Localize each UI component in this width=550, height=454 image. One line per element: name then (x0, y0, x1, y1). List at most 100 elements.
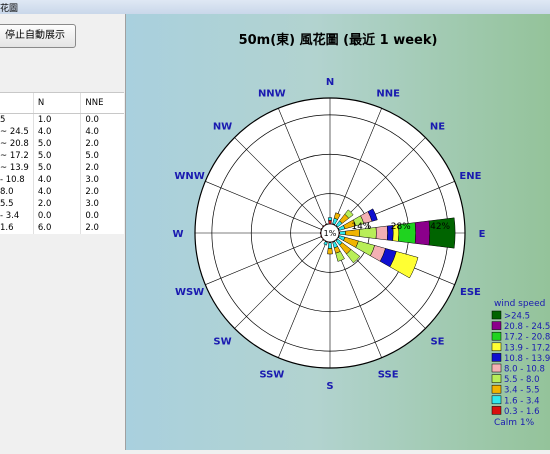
table-cell: - 10.8 (0, 175, 25, 185)
direction-label: ENE (459, 171, 481, 182)
table-header-row: N NNE (0, 93, 124, 114)
legend-label: 10.8 - 13.9 (504, 354, 550, 364)
table-row[interactable]: 5.5 2.0 3.0 (0, 198, 124, 210)
table-cell: 0.0 (32, 210, 81, 222)
table-row[interactable]: ~ 20.8 5.0 2.0 (0, 138, 124, 150)
table-cell: 1.6 (0, 223, 14, 233)
direction-label: ESE (460, 287, 481, 298)
direction-label: WNW (174, 171, 204, 182)
table-cell: 2.0 (80, 138, 124, 150)
rose-sector-s (327, 248, 333, 255)
direction-label: SW (213, 336, 231, 347)
rose-sector-e (375, 225, 388, 241)
legend-label: >24.5 (504, 312, 530, 322)
direction-label: WSW (175, 287, 204, 298)
ring-label: 28% (391, 222, 411, 232)
table-row[interactable]: ~ 24.5 4.0 4.0 (0, 126, 124, 138)
direction-label: E (479, 229, 486, 240)
table-cell: 1.0 (32, 114, 81, 126)
direction-label: SSW (259, 369, 284, 380)
direction-label: NE (430, 122, 445, 133)
table-cell: 3.0 (80, 174, 124, 186)
direction-label: NW (213, 122, 232, 133)
table-cell: 3.0 (80, 198, 124, 210)
table-cell: 2.0 (80, 186, 124, 198)
ring-label: 42% (430, 222, 450, 232)
rose-sector-s (327, 242, 333, 249)
table-row[interactable]: ~ 17.2 5.0 5.0 (0, 150, 124, 162)
rose-sector-e (414, 220, 431, 246)
table-cell: ~ 17.2 (0, 151, 29, 161)
table-cell: 8.0 (0, 187, 14, 197)
table-cell: 5.5 (0, 199, 14, 209)
legend-swatch (491, 310, 502, 320)
wind-rose-chart: 50m(東) 風花圖 (最近 1 week) 1% 14% 28% 42% N NNE NE… (172, 32, 550, 428)
left-panel: 停止自動展示 N NNE 5 1.0 0.0 ~ 24.5 4.0 4.0 ~ 20.8 5.… (0, 14, 126, 450)
legend-label: 3.4 - 5.5 (504, 386, 540, 396)
legend-swatch (491, 384, 502, 394)
legend-title: wind speed (494, 299, 545, 309)
legend-label: 20.8 - 24.5 (504, 322, 550, 332)
legend-calm: Calm 1% (494, 418, 535, 428)
window-title: 花圖 (0, 4, 19, 14)
legend-label: 17.2 - 20.8 (504, 333, 550, 343)
table-cell: 5.0 (32, 138, 81, 150)
table-cell: 2.0 (32, 198, 81, 210)
legend-label: 1.6 - 3.4 (504, 396, 540, 406)
table-cell: 5 (0, 115, 6, 125)
legend-label: 5.5 - 8.0 (504, 375, 540, 385)
table-header-cell[interactable] (0, 93, 33, 113)
rose-sector-n (327, 217, 333, 221)
table-cell: ~ 13.9 (0, 163, 29, 173)
stop-auto-display-button[interactable]: 停止自動展示 (0, 24, 76, 48)
legend-label: 0.3 - 1.6 (504, 407, 540, 417)
table-cell: 4.0 (32, 126, 81, 138)
table-cell: 0.0 (80, 114, 124, 126)
rose-sector-e (339, 230, 346, 236)
table-cell: 0.0 (80, 210, 124, 222)
table-cell: 4.0 (80, 126, 124, 138)
table-cell: ~ 24.5 (0, 127, 29, 137)
direction-label: SSE (378, 369, 399, 380)
legend-swatch (491, 363, 502, 373)
direction-label: W (172, 229, 183, 240)
table-row[interactable]: - 10.8 4.0 3.0 (0, 174, 124, 186)
legend-label: 13.9 - 17.2 (504, 343, 550, 353)
table-cell: 5.0 (32, 162, 81, 174)
direction-label: NNW (258, 89, 286, 100)
legend-swatch (491, 374, 502, 383)
table-cell: 5.0 (32, 150, 81, 162)
direction-label: N (326, 77, 334, 88)
table-cell: 6.0 (32, 222, 81, 234)
legend-swatch (491, 406, 502, 415)
table-row[interactable]: ~ 13.9 5.0 2.0 (0, 162, 124, 174)
table-header-cell[interactable]: NNE (80, 93, 124, 113)
legend-label: 8.0 - 10.8 (504, 365, 545, 375)
table-header-cell[interactable]: N (32, 93, 81, 113)
ring-label: 14% (351, 222, 371, 232)
table-row[interactable]: 5 1.0 0.0 (0, 114, 124, 126)
table-row[interactable]: 1.6 6.0 2.0 (0, 222, 124, 234)
chart-title: 50m(東) 風花圖 (最近 1 week) (239, 32, 438, 48)
table-cell: ~ 20.8 (0, 139, 29, 149)
table-row[interactable]: 8.0 4.0 2.0 (0, 186, 124, 198)
ring-label: 1% (324, 229, 337, 238)
table-row[interactable]: - 3.4 0.0 0.0 (0, 210, 124, 222)
table-cell: 2.0 (80, 222, 124, 234)
direction-label: S (326, 381, 333, 392)
table-cell: 4.0 (32, 174, 81, 186)
window-title-bar: 花圖 (0, 0, 550, 15)
table-cell: - 3.4 (0, 211, 20, 221)
table-cell: 4.0 (32, 186, 81, 198)
direction-label: SE (430, 336, 444, 347)
chart-area: 50m(東) 風花圖 (最近 1 week) 1% 14% 28% 42% N NNE NE… (126, 14, 550, 450)
table-cell: 5.0 (80, 150, 124, 162)
legend-swatch (491, 321, 502, 330)
table-cell: 2.0 (80, 162, 124, 174)
legend-swatch (491, 342, 502, 352)
direction-label: NNE (376, 89, 400, 100)
legend-swatch (491, 395, 502, 405)
legend-swatch (491, 331, 502, 341)
legend-swatch (491, 353, 502, 362)
data-table: N NNE 5 1.0 0.0 ~ 24.5 4.0 4.0 ~ 20.8 5.0 2.0 ~ 1… (0, 92, 124, 234)
